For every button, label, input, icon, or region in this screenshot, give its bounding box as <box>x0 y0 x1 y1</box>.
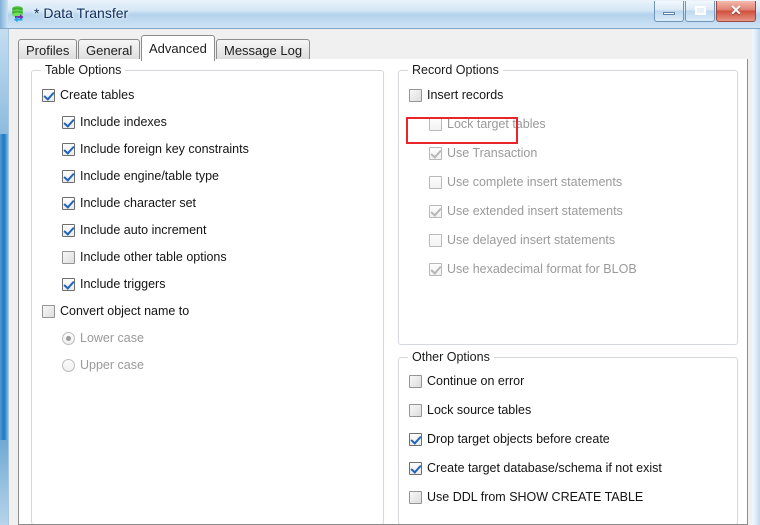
group-table-options: Table Options Create tables Include index… <box>31 63 384 524</box>
option-label: Lock source tables <box>427 403 532 417</box>
option-label: Use Transaction <box>447 146 538 160</box>
maximize-icon <box>695 6 706 15</box>
checkbox-indicator <box>429 117 442 131</box>
close-button[interactable]: ✕ <box>716 1 756 22</box>
checkbox-use-extended-insert-statements: Use extended insert statements <box>429 204 623 218</box>
checkbox-include-character-set[interactable]: Include character set <box>62 196 196 210</box>
checkbox-use-hexadecimal-format-for-blob: Use hexadecimal format for BLOB <box>429 262 637 276</box>
data-transfer-window: * Data Transfer ✕ Profiles General Advance… <box>0 0 760 525</box>
checkbox-indicator <box>409 490 422 504</box>
option-label: Lock target tables <box>447 117 546 131</box>
option-label: Include character set <box>80 196 197 210</box>
checkbox-indicator <box>62 223 75 237</box>
minimize-button[interactable] <box>654 1 684 22</box>
option-label: Use delayed insert statements <box>447 233 616 247</box>
checkbox-create-tables[interactable]: Create tables <box>42 88 134 102</box>
option-label: Continue on error <box>427 374 525 388</box>
window-body: Profiles General Advanced Message Log Table… <box>8 29 752 525</box>
checkbox-include-indexes[interactable]: Include indexes <box>62 115 167 129</box>
option-label: Include auto increment <box>80 223 207 237</box>
checkbox-continue-on-error[interactable]: Continue on error <box>409 374 524 388</box>
checkbox-indicator <box>409 88 422 102</box>
tab-message-log[interactable]: Message Log <box>216 39 311 60</box>
option-label: Create target database/schema if not exi… <box>427 461 662 475</box>
option-label: Drop target objects before create <box>427 432 610 446</box>
radio-lower-case: Lower case <box>62 331 144 345</box>
checkbox-include-engine-table-type[interactable]: Include engine/table type <box>62 169 219 183</box>
checkbox-indicator <box>429 146 442 160</box>
data-transfer-icon <box>12 6 24 23</box>
checkbox-indicator <box>62 169 75 183</box>
titlebar-glass-edge <box>0 0 8 28</box>
checkbox-indicator <box>62 115 75 129</box>
close-icon: ✕ <box>730 2 742 18</box>
option-label: Insert records <box>427 88 504 102</box>
option-label: Lower case <box>80 331 144 345</box>
checkbox-use-complete-insert-statements: Use complete insert statements <box>429 175 622 189</box>
checkbox-indicator <box>429 262 442 276</box>
tab-strip: Profiles General Advanced Message Log <box>18 35 748 61</box>
checkbox-indicator <box>429 204 442 218</box>
option-label: Use extended insert statements <box>447 204 623 218</box>
window-controls: ✕ <box>653 1 756 22</box>
option-label: Include engine/table type <box>80 169 219 183</box>
checkbox-include-auto-increment[interactable]: Include auto increment <box>62 223 206 237</box>
checkbox-convert-object-name-to[interactable]: Convert object name to <box>42 304 189 318</box>
option-label: Use complete insert statements <box>447 175 623 189</box>
checkbox-indicator <box>42 88 55 102</box>
option-label: Include indexes <box>80 115 167 129</box>
option-label: Include other table options <box>80 250 227 264</box>
checkbox-indicator <box>429 175 442 189</box>
checkbox-insert-records[interactable]: Insert records <box>409 88 503 102</box>
checkbox-include-triggers[interactable]: Include triggers <box>62 277 165 291</box>
checkbox-indicator <box>62 277 75 291</box>
window-frame-right <box>752 29 760 525</box>
checkbox-use-transaction: Use Transaction <box>429 146 537 160</box>
option-label: Include triggers <box>80 277 166 291</box>
option-label: Upper case <box>80 358 144 372</box>
checkbox-create-target-database-schema-if-not-exist[interactable]: Create target database/schema if not exi… <box>409 461 662 475</box>
checkbox-include-other-table-options[interactable]: Include other table options <box>62 250 227 264</box>
title-bar: * Data Transfer ✕ <box>0 0 760 29</box>
group-other-options-title: Other Options <box>408 350 494 364</box>
checkbox-indicator <box>409 374 422 388</box>
checkbox-include-foreign-key-constraints[interactable]: Include foreign key constraints <box>62 142 249 156</box>
checkbox-use-delayed-insert-statements: Use delayed insert statements <box>429 233 615 247</box>
checkbox-indicator <box>429 233 442 247</box>
group-other-options: Other Options Continue on error Lock sour… <box>398 350 738 524</box>
tab-panel-advanced: Table Options Create tables Include index… <box>18 59 748 525</box>
window-frame-left-top <box>0 29 8 134</box>
checkbox-indicator <box>42 304 55 318</box>
option-label: Use hexadecimal format for BLOB <box>447 262 637 276</box>
tab-advanced[interactable]: Advanced <box>141 35 215 61</box>
minimize-icon <box>663 12 675 15</box>
radio-indicator <box>62 358 75 372</box>
checkbox-indicator <box>62 142 75 156</box>
checkbox-lock-source-tables[interactable]: Lock source tables <box>409 403 531 417</box>
checkbox-use-ddl-from-show-create-table[interactable]: Use DDL from SHOW CREATE TABLE <box>409 490 643 504</box>
group-table-options-title: Table Options <box>41 63 126 77</box>
checkbox-indicator <box>409 403 422 417</box>
checkbox-lock-target-tables: Lock target tables <box>429 117 546 131</box>
radio-upper-case: Upper case <box>62 358 144 372</box>
radio-indicator <box>62 331 75 345</box>
tab-profiles[interactable]: Profiles <box>18 39 78 60</box>
checkbox-indicator <box>62 196 75 210</box>
window-title: * Data Transfer <box>34 5 129 21</box>
checkbox-drop-target-objects-before-create[interactable]: Drop target objects before create <box>409 432 610 446</box>
checkbox-indicator <box>409 461 422 475</box>
option-label: Convert object name to <box>60 304 190 318</box>
option-label: Create tables <box>60 88 135 102</box>
tab-general[interactable]: General <box>78 39 141 60</box>
maximize-button[interactable] <box>685 1 715 22</box>
option-label: Use DDL from SHOW CREATE TABLE <box>427 490 644 504</box>
option-label: Include foreign key constraints <box>80 142 249 156</box>
group-record-options: Record Options Insert records Lock target… <box>398 63 738 345</box>
window-frame-left-bottom <box>0 440 8 525</box>
checkbox-indicator <box>409 432 422 446</box>
checkbox-indicator <box>62 250 75 264</box>
group-record-options-title: Record Options <box>408 63 503 77</box>
